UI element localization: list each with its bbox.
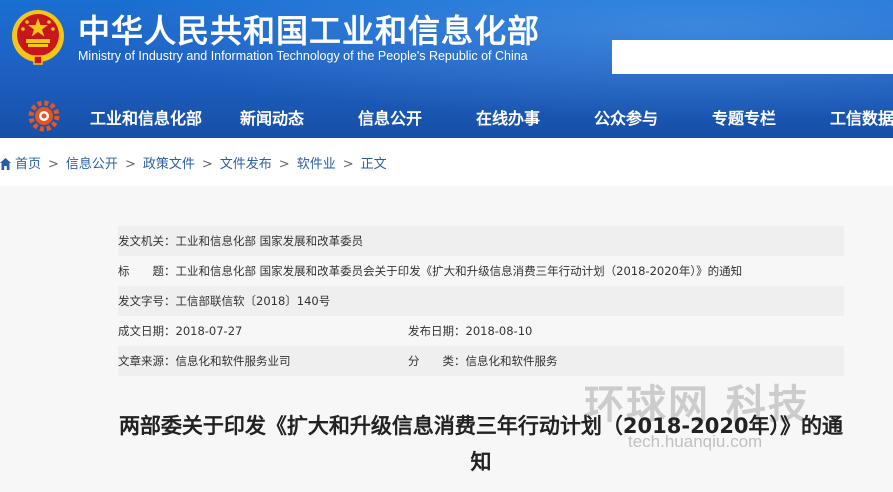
breadcrumb-software[interactable]: 软件业: [297, 157, 336, 172]
meta-row-title: 标 题：工业和信息化部 国家发展和改革委员会关于印发《扩大和升级信息消费三年行动…: [118, 256, 844, 286]
search-input[interactable]: [612, 40, 893, 74]
site-header: 中华人民共和国工业和信息化部 Ministry of Industry and …: [0, 0, 893, 138]
nav-item-public-participation[interactable]: 公众参与: [594, 104, 658, 134]
meta-row-dates: 成文日期：2018-07-27 发布日期：2018-08-10: [118, 316, 844, 346]
site-title: 中华人民共和国工业和信息化部: [78, 12, 541, 50]
meta-published-date: 发布日期：2018-08-10: [408, 324, 533, 338]
meta-row-issuer: 发文机关：工业和信息化部 国家发展和改革委员: [118, 226, 844, 256]
breadcrumb-separator: >: [342, 157, 354, 172]
article-title: 两部委关于印发《扩大和升级信息消费三年行动计划（2018-2020年）》的通知: [118, 414, 844, 474]
meta-source: 文章来源：信息化和软件服务业司: [118, 354, 291, 368]
breadcrumb-separator: >: [124, 157, 136, 172]
nav-item-news[interactable]: 新闻动态: [240, 104, 304, 134]
home-icon[interactable]: [0, 158, 11, 170]
breadcrumb-current: 正文: [360, 157, 387, 172]
breadcrumb-doc-release[interactable]: 文件发布: [220, 157, 272, 172]
meta-issuer: 发文机关：工业和信息化部 国家发展和改革委员: [118, 234, 364, 248]
document-meta-table: 发文机关：工业和信息化部 国家发展和改革委员 标 题：工业和信息化部 国家发展和…: [118, 226, 844, 376]
nav-item-info-disclosure[interactable]: 信息公开: [358, 104, 422, 134]
meta-doc-number: 发文字号：工信部联信软〔2018〕140号: [118, 294, 331, 308]
site-subtitle: Ministry of Industry and Information Tec…: [78, 49, 528, 63]
breadcrumb-home[interactable]: 首页: [15, 157, 41, 172]
nav-item-data[interactable]: 工信数据: [830, 104, 893, 134]
breadcrumb-info-disclosure[interactable]: 信息公开: [66, 157, 118, 172]
nav-item-online-services[interactable]: 在线办事: [476, 104, 540, 134]
meta-title: 标 题：工业和信息化部 国家发展和改革委员会关于印发《扩大和升级信息消费三年行动…: [118, 264, 743, 278]
breadcrumb-separator: >: [201, 157, 213, 172]
meta-row-doc-number: 发文字号：工信部联信软〔2018〕140号: [118, 286, 844, 316]
national-emblem-icon[interactable]: [10, 8, 66, 66]
breadcrumb-policy-docs[interactable]: 政策文件: [143, 157, 195, 172]
breadcrumb-separator: >: [48, 157, 59, 172]
meta-category: 分 类：信息化和软件服务: [408, 354, 558, 368]
breadcrumb-separator: >: [278, 157, 290, 172]
meta-created-date: 成文日期：2018-07-27: [118, 324, 243, 338]
breadcrumb: 首页 > 信息公开 > 政策文件 > 文件发布 > 软件业 > 正文: [0, 150, 387, 180]
nav-item-special-topics[interactable]: 专题专栏: [712, 104, 776, 134]
nav-item-miit[interactable]: 工业和信息化部: [90, 104, 202, 134]
main-nav: 工业和信息化部 新闻动态 信息公开 在线办事 公众参与 专题专栏 工信数据: [0, 104, 893, 134]
